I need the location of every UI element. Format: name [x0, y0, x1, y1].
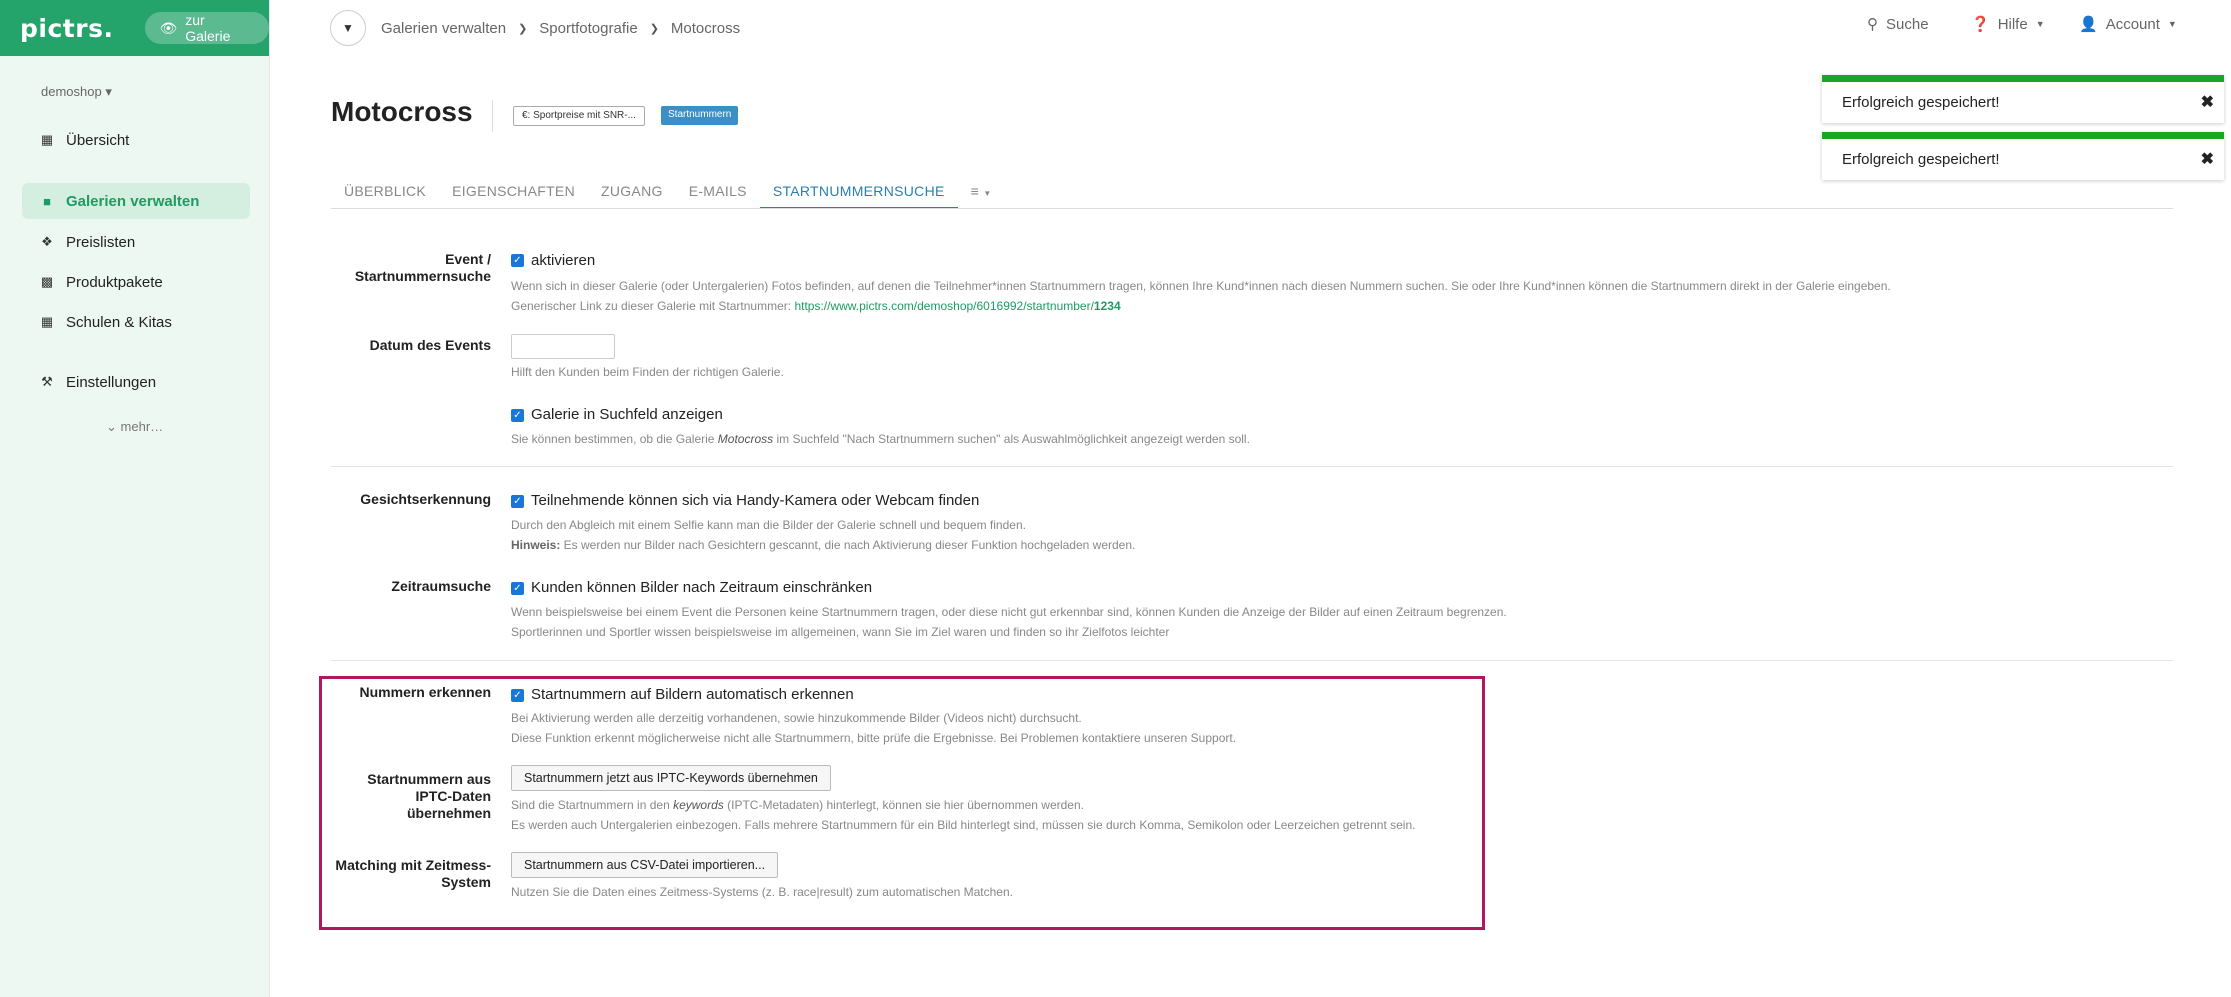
- toast-message: Erfolgreich gespeichert!: [1842, 151, 2000, 168]
- tab-overview[interactable]: ÜBERBLICK: [331, 176, 439, 209]
- event-date-hint: Hilft den Kunden beim Finden der richtig…: [511, 365, 784, 379]
- tags-icon: ❖: [41, 234, 53, 249]
- qr-icon: ▦: [40, 314, 54, 329]
- time-range-checkbox[interactable]: ✓: [511, 582, 524, 595]
- chevron-right-icon: ❯: [649, 22, 659, 35]
- activate-checkbox[interactable]: ✓: [511, 254, 524, 267]
- show-in-searchfield-label: Galerie in Suchfeld anzeigen: [531, 406, 723, 423]
- pictrs-logo[interactable]: pictrs.: [20, 14, 113, 43]
- grid-icon: ▩: [40, 274, 54, 289]
- to-gallery-label: zur Galerie: [185, 12, 231, 44]
- import-iptc-button[interactable]: Startnummern jetzt aus IPTC-Keywords übe…: [511, 765, 831, 791]
- caret-down-icon: ▼: [2167, 19, 2177, 29]
- recognize-numbers-checkbox[interactable]: ✓: [511, 689, 524, 702]
- calendar-icon: ▦: [40, 132, 54, 147]
- face-recognition-checkbox-label: Teilnehmende können sich via Handy-Kamer…: [531, 492, 980, 509]
- breadcrumb-item: Motocross: [670, 19, 741, 37]
- chevron-right-icon: ❯: [518, 22, 528, 35]
- toast-message: Erfolgreich gespeichert!: [1842, 94, 2000, 111]
- sidebar-item-label: Produktpakete: [66, 273, 163, 291]
- caret-down-icon: ▼: [983, 189, 992, 198]
- collapse-button[interactable]: ▼: [330, 10, 366, 46]
- time-range-hint: Wenn beispielsweise bei einem Event die …: [511, 605, 1507, 639]
- close-icon[interactable]: ✖: [2201, 92, 2214, 112]
- topbar: ▼ Galerien verwalten ❯ Sportfotografie ❯…: [271, 0, 2231, 56]
- event-hint: Wenn sich in dieser Galerie (oder Unterg…: [511, 276, 1891, 316]
- recognize-numbers-checkbox-label: Startnummern auf Bildern automatisch erk…: [531, 686, 854, 703]
- time-range-label: Zeitraumsuche: [391, 578, 491, 594]
- tab-startnumber-search[interactable]: STARTNUMMERNSUCHE: [759, 176, 958, 209]
- tab-more-menu[interactable]: ≡ ▼: [958, 176, 1005, 209]
- event-label: Event / Startnummernsuche: [354, 251, 491, 284]
- help-menu[interactable]: ❓ Hilfe ▼: [1971, 15, 2045, 34]
- question-icon: ❓: [1971, 16, 1990, 33]
- sidebar-item-settings[interactable]: ⚒ Einstellungen: [22, 364, 250, 400]
- sidebar: pictrs. 👁 zur Galerie demoshop ▾ ▦ Übers…: [0, 0, 270, 997]
- success-toast: Erfolgreich gespeichert! ✖: [1822, 132, 2224, 180]
- iptc-hint: Sind die Startnummern in den keywords (I…: [511, 798, 1416, 832]
- brand-bar: pictrs. 👁 zur Galerie: [0, 0, 269, 56]
- event-date-label: Datum des Events: [369, 337, 491, 353]
- section-divider: [331, 660, 2173, 661]
- activate-label: aktivieren: [531, 252, 596, 269]
- sidebar-item-label: Preislisten: [66, 233, 136, 251]
- sidebar-item-label: Galerien verwalten: [66, 192, 200, 210]
- breadcrumb-item[interactable]: Galerien verwalten: [381, 20, 506, 37]
- to-gallery-button[interactable]: 👁 zur Galerie: [145, 12, 269, 44]
- search-link[interactable]: ⚲ Suche: [1867, 15, 1929, 34]
- title-divider: [492, 100, 493, 132]
- page-title: Motocross: [331, 96, 473, 127]
- face-recognition-label: Gesichtserkennung: [360, 491, 491, 507]
- sidebar-item-manage-galleries[interactable]: ■ Galerien verwalten: [22, 183, 250, 219]
- time-range-checkbox-label: Kunden können Bilder nach Zeitraum einsc…: [531, 579, 873, 596]
- sidebar-item-label: Einstellungen: [66, 373, 157, 391]
- sidebar-item-price-lists[interactable]: ❖ Preislisten: [22, 224, 250, 260]
- breadcrumb: Galerien verwalten ❯ Sportfotografie ❯ M…: [381, 20, 740, 37]
- close-icon[interactable]: ✖: [2201, 149, 2214, 169]
- search-icon: ⚲: [1867, 16, 1878, 33]
- chevron-down-icon: ▼: [342, 21, 354, 35]
- eye-icon: 👁: [159, 19, 178, 36]
- startnumber-badge: Startnummern: [661, 106, 739, 125]
- caret-down-icon: ▼: [2035, 19, 2045, 29]
- generic-link-line: Generischer Link zu dieser Galerie mit S…: [511, 299, 1121, 313]
- shop-selector[interactable]: demoshop ▾: [41, 84, 269, 100]
- tab-emails[interactable]: E-MAILS: [676, 176, 760, 209]
- success-toast: Erfolgreich gespeichert! ✖: [1822, 75, 2224, 123]
- sidebar-item-label: Schulen & Kitas: [66, 313, 172, 331]
- sidebar-item-label: Übersicht: [66, 131, 130, 149]
- chevron-down-icon: ⌄: [106, 419, 117, 434]
- user-icon: 👤: [2079, 16, 2098, 33]
- face-recognition-checkbox[interactable]: ✓: [511, 495, 524, 508]
- section-divider: [331, 466, 2173, 467]
- sidebar-item-schools[interactable]: ▦ Schulen & Kitas: [22, 304, 250, 340]
- event-date-input[interactable]: [511, 334, 615, 359]
- tab-access[interactable]: ZUGANG: [588, 176, 676, 209]
- recognize-numbers-hint: Bei Aktivierung werden alle derzeitig vo…: [511, 711, 1237, 745]
- sidebar-item-overview[interactable]: ▦ Übersicht: [22, 122, 250, 158]
- tab-bar: ÜBERBLICK EIGENSCHAFTEN ZUGANG E-MAILS S…: [331, 176, 1005, 209]
- more-link[interactable]: ⌄ mehr…: [106, 419, 163, 435]
- timing-matching-label: Matching mit Zeitmess- System: [335, 857, 491, 890]
- tab-divider: [331, 208, 2173, 209]
- price-list-badge[interactable]: €: Sportpreise mit SNR-...: [513, 106, 645, 126]
- iptc-label: Startnummern aus IPTC-Daten übernehmen: [367, 771, 491, 821]
- face-recognition-hint: Durch den Abgleich mit einem Selfie kann…: [511, 518, 1136, 552]
- sidebar-item-product-packages[interactable]: ▩ Produktpakete: [22, 264, 250, 300]
- list-menu-icon: ≡: [970, 183, 980, 199]
- recognize-numbers-label: Nummern erkennen: [359, 684, 491, 700]
- account-menu[interactable]: 👤 Account ▼: [2079, 15, 2177, 34]
- timing-matching-hint: Nutzen Sie die Daten eines Zeitmess-Syst…: [511, 885, 1013, 899]
- generic-gallery-link[interactable]: https://www.pictrs.com/demoshop/6016992/…: [794, 299, 1120, 313]
- show-in-searchfield-checkbox[interactable]: ✓: [511, 409, 524, 422]
- wrench-icon: ⚒: [41, 374, 53, 389]
- breadcrumb-item[interactable]: Sportfotografie: [539, 20, 637, 37]
- tab-properties[interactable]: EIGENSCHAFTEN: [439, 176, 588, 209]
- folder-icon: ■: [43, 193, 51, 209]
- searchfield-hint: Sie können bestimmen, ob die Galerie Mot…: [511, 432, 1250, 446]
- import-csv-button[interactable]: Startnummern aus CSV-Datei importieren..…: [511, 852, 779, 878]
